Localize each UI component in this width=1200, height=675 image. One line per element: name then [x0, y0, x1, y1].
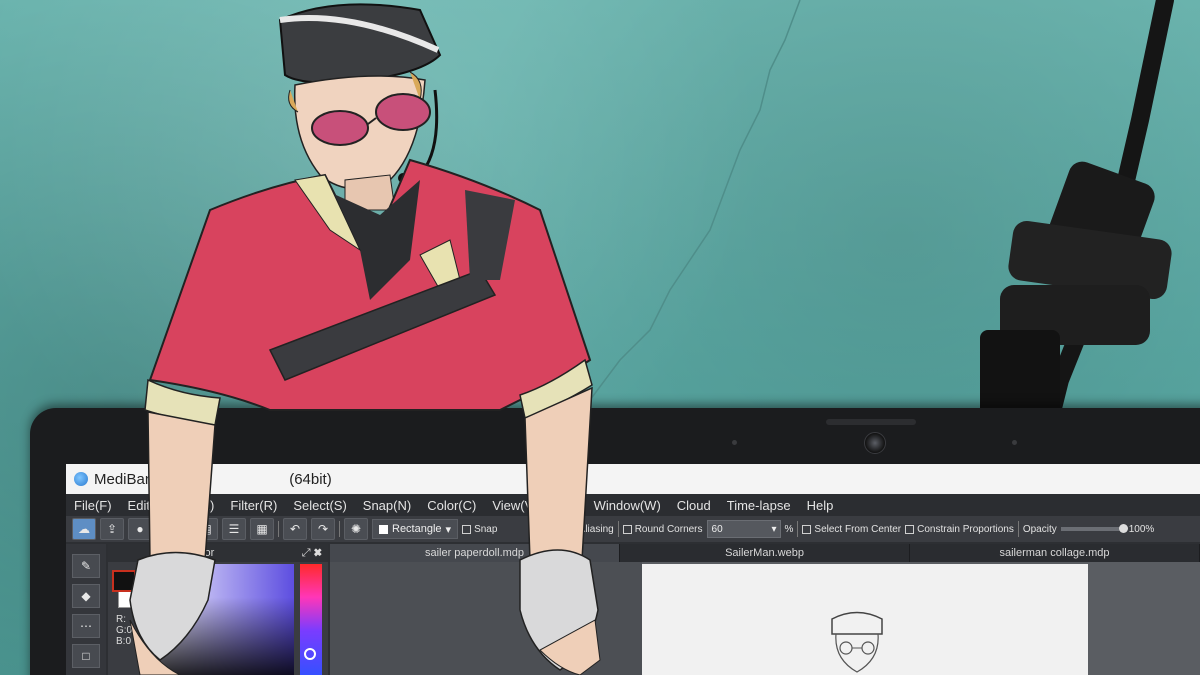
sketch-of-sailor-head [831, 611, 883, 673]
menu-time-lapse[interactable]: Time-lapse [719, 498, 799, 513]
medibang-app-icon [74, 472, 88, 486]
opacity-slider-knob[interactable] [1118, 524, 1128, 533]
round-corners-value: 60 [711, 523, 723, 535]
chevron-down-icon: ▾ [771, 523, 777, 535]
tool-palette: ✎ ◆ ⋯ □ [66, 544, 106, 675]
cloud-sync-button[interactable]: ☁ [72, 518, 96, 540]
percent-label: % [784, 523, 794, 535]
toolbar-divider [1017, 521, 1019, 537]
constrain-option[interactable]: Constrain Proportions [905, 524, 1014, 535]
opacity-value: 100% [1128, 523, 1155, 535]
opacity-slider[interactable] [1060, 524, 1128, 533]
rectangle-select-tool-icon[interactable]: □ [72, 644, 100, 668]
constrain-checkbox[interactable] [905, 524, 915, 534]
eraser-tool-icon[interactable]: ◆ [72, 584, 100, 608]
opacity-label: Opacity [1022, 523, 1057, 535]
menu-help[interactable]: Help [799, 498, 842, 513]
dotted-select-tool-icon[interactable]: ⋯ [72, 614, 100, 638]
select-from-center-label: Select From Center [814, 523, 902, 535]
brush-tool-icon[interactable]: ✎ [72, 554, 100, 578]
microphone-hole [732, 440, 737, 445]
tab-sailerman-webp[interactable]: SailerMan.webp [620, 544, 910, 562]
paper-doll-sailor-figure [129, 3, 601, 675]
webcam-icon [864, 432, 886, 454]
webcam-slot [826, 419, 916, 425]
menu-cloud[interactable]: Cloud [669, 498, 719, 513]
canvas-page[interactable] [642, 564, 1088, 675]
round-corners-value-field[interactable]: 60 ▾ [706, 520, 781, 538]
round-corners-option[interactable]: Round Corners [622, 523, 703, 535]
toolbar-divider [797, 521, 799, 537]
microphone-hole [1012, 440, 1017, 445]
usb-cable-with-velcro-strap [980, 0, 1174, 429]
select-from-center-checkbox[interactable] [802, 524, 812, 534]
constrain-label: Constrain Proportions [917, 523, 1014, 535]
tab-sailerman-collage[interactable]: sailerman collage.mdp [910, 544, 1200, 562]
menu-file[interactable]: File(F) [66, 498, 120, 513]
round-corners-label: Round Corners [634, 523, 703, 535]
round-corners-checkbox[interactable] [622, 524, 632, 534]
select-from-center-option[interactable]: Select From Center [802, 524, 901, 535]
